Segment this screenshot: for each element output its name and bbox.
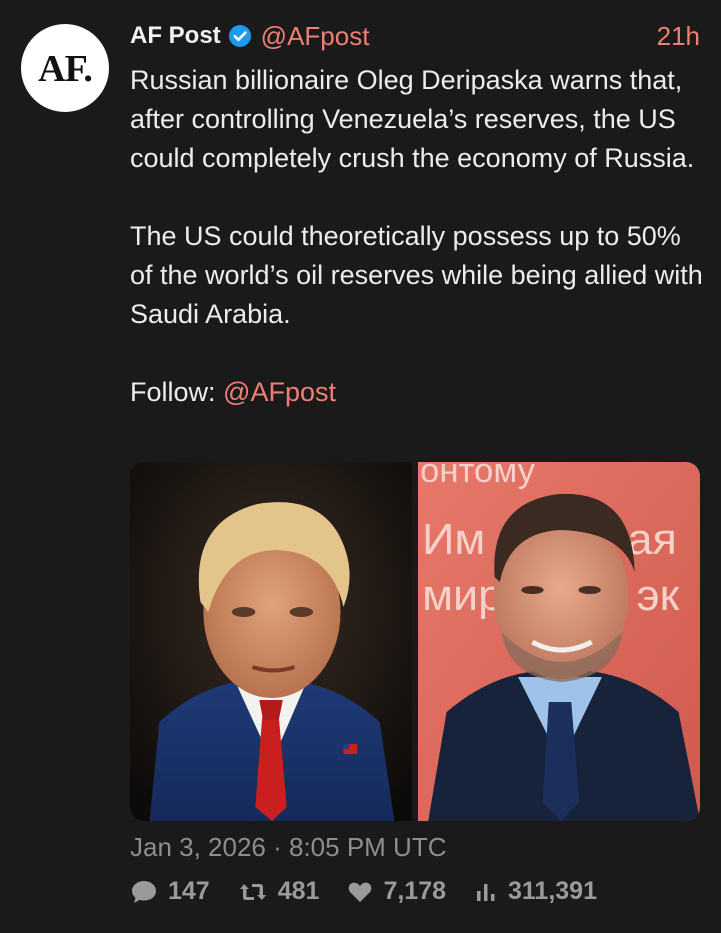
follow-label: Follow: xyxy=(130,377,216,407)
author-handle[interactable]: @AFpost xyxy=(261,21,370,52)
tweet-card: AF. AF Post @AFpost 21h Russian billiona… xyxy=(0,0,721,933)
photo-right-deripaska[interactable]: онтому Им ая мир эк xyxy=(418,462,700,821)
author-name[interactable]: AF Post xyxy=(130,22,221,50)
photo-left-trump[interactable] xyxy=(130,462,412,821)
media-grid: онтому Им ая мир эк xyxy=(130,462,700,821)
comment-bubble-icon xyxy=(132,880,156,903)
backdrop-text-4: мир xyxy=(422,571,503,619)
avatar-logo-text: AF. xyxy=(38,48,93,90)
verified-badge-icon xyxy=(228,24,252,48)
tweet-paragraph-1: Russian billionaire Oleg Deripaska warns… xyxy=(130,65,695,173)
retweet-button[interactable]: 481 xyxy=(238,877,320,906)
backdrop-text-3: ая xyxy=(627,515,676,563)
views-button[interactable]: 311,391 xyxy=(474,877,597,906)
reply-count: 147 xyxy=(168,877,210,905)
like-count: 7,178 xyxy=(383,877,446,905)
retweet-count: 481 xyxy=(277,877,320,905)
time-ago[interactable]: 21h xyxy=(657,21,700,52)
tweet-timestamp[interactable]: Jan 3, 2026 · 8:05 PM UTC xyxy=(130,832,446,863)
like-button[interactable]: 7,178 xyxy=(347,877,446,906)
backdrop-text-5: эк xyxy=(637,571,680,619)
follow-handle-link[interactable]: @AFpost xyxy=(223,377,336,407)
avatar[interactable]: AF. xyxy=(21,24,109,112)
tweet-stats: 147 481 7,178 311,391 xyxy=(130,877,625,906)
retweet-icon xyxy=(239,883,266,900)
views-count: 311,391 xyxy=(508,877,597,905)
follow-line: Follow: @AFpost xyxy=(130,373,710,412)
backdrop-text-2: Им xyxy=(422,515,485,563)
tweet-header: AF Post @AFpost 21h xyxy=(130,18,700,54)
tweet-text: Russian billionaire Oleg Deripaska warns… xyxy=(130,61,710,412)
heart-icon xyxy=(349,882,372,902)
reply-button[interactable]: 147 xyxy=(130,877,210,906)
backdrop-text-1: онтому xyxy=(420,462,536,490)
tweet-paragraph-2: The US could theoretically possess up to… xyxy=(130,221,703,329)
bar-chart-icon xyxy=(477,883,495,901)
